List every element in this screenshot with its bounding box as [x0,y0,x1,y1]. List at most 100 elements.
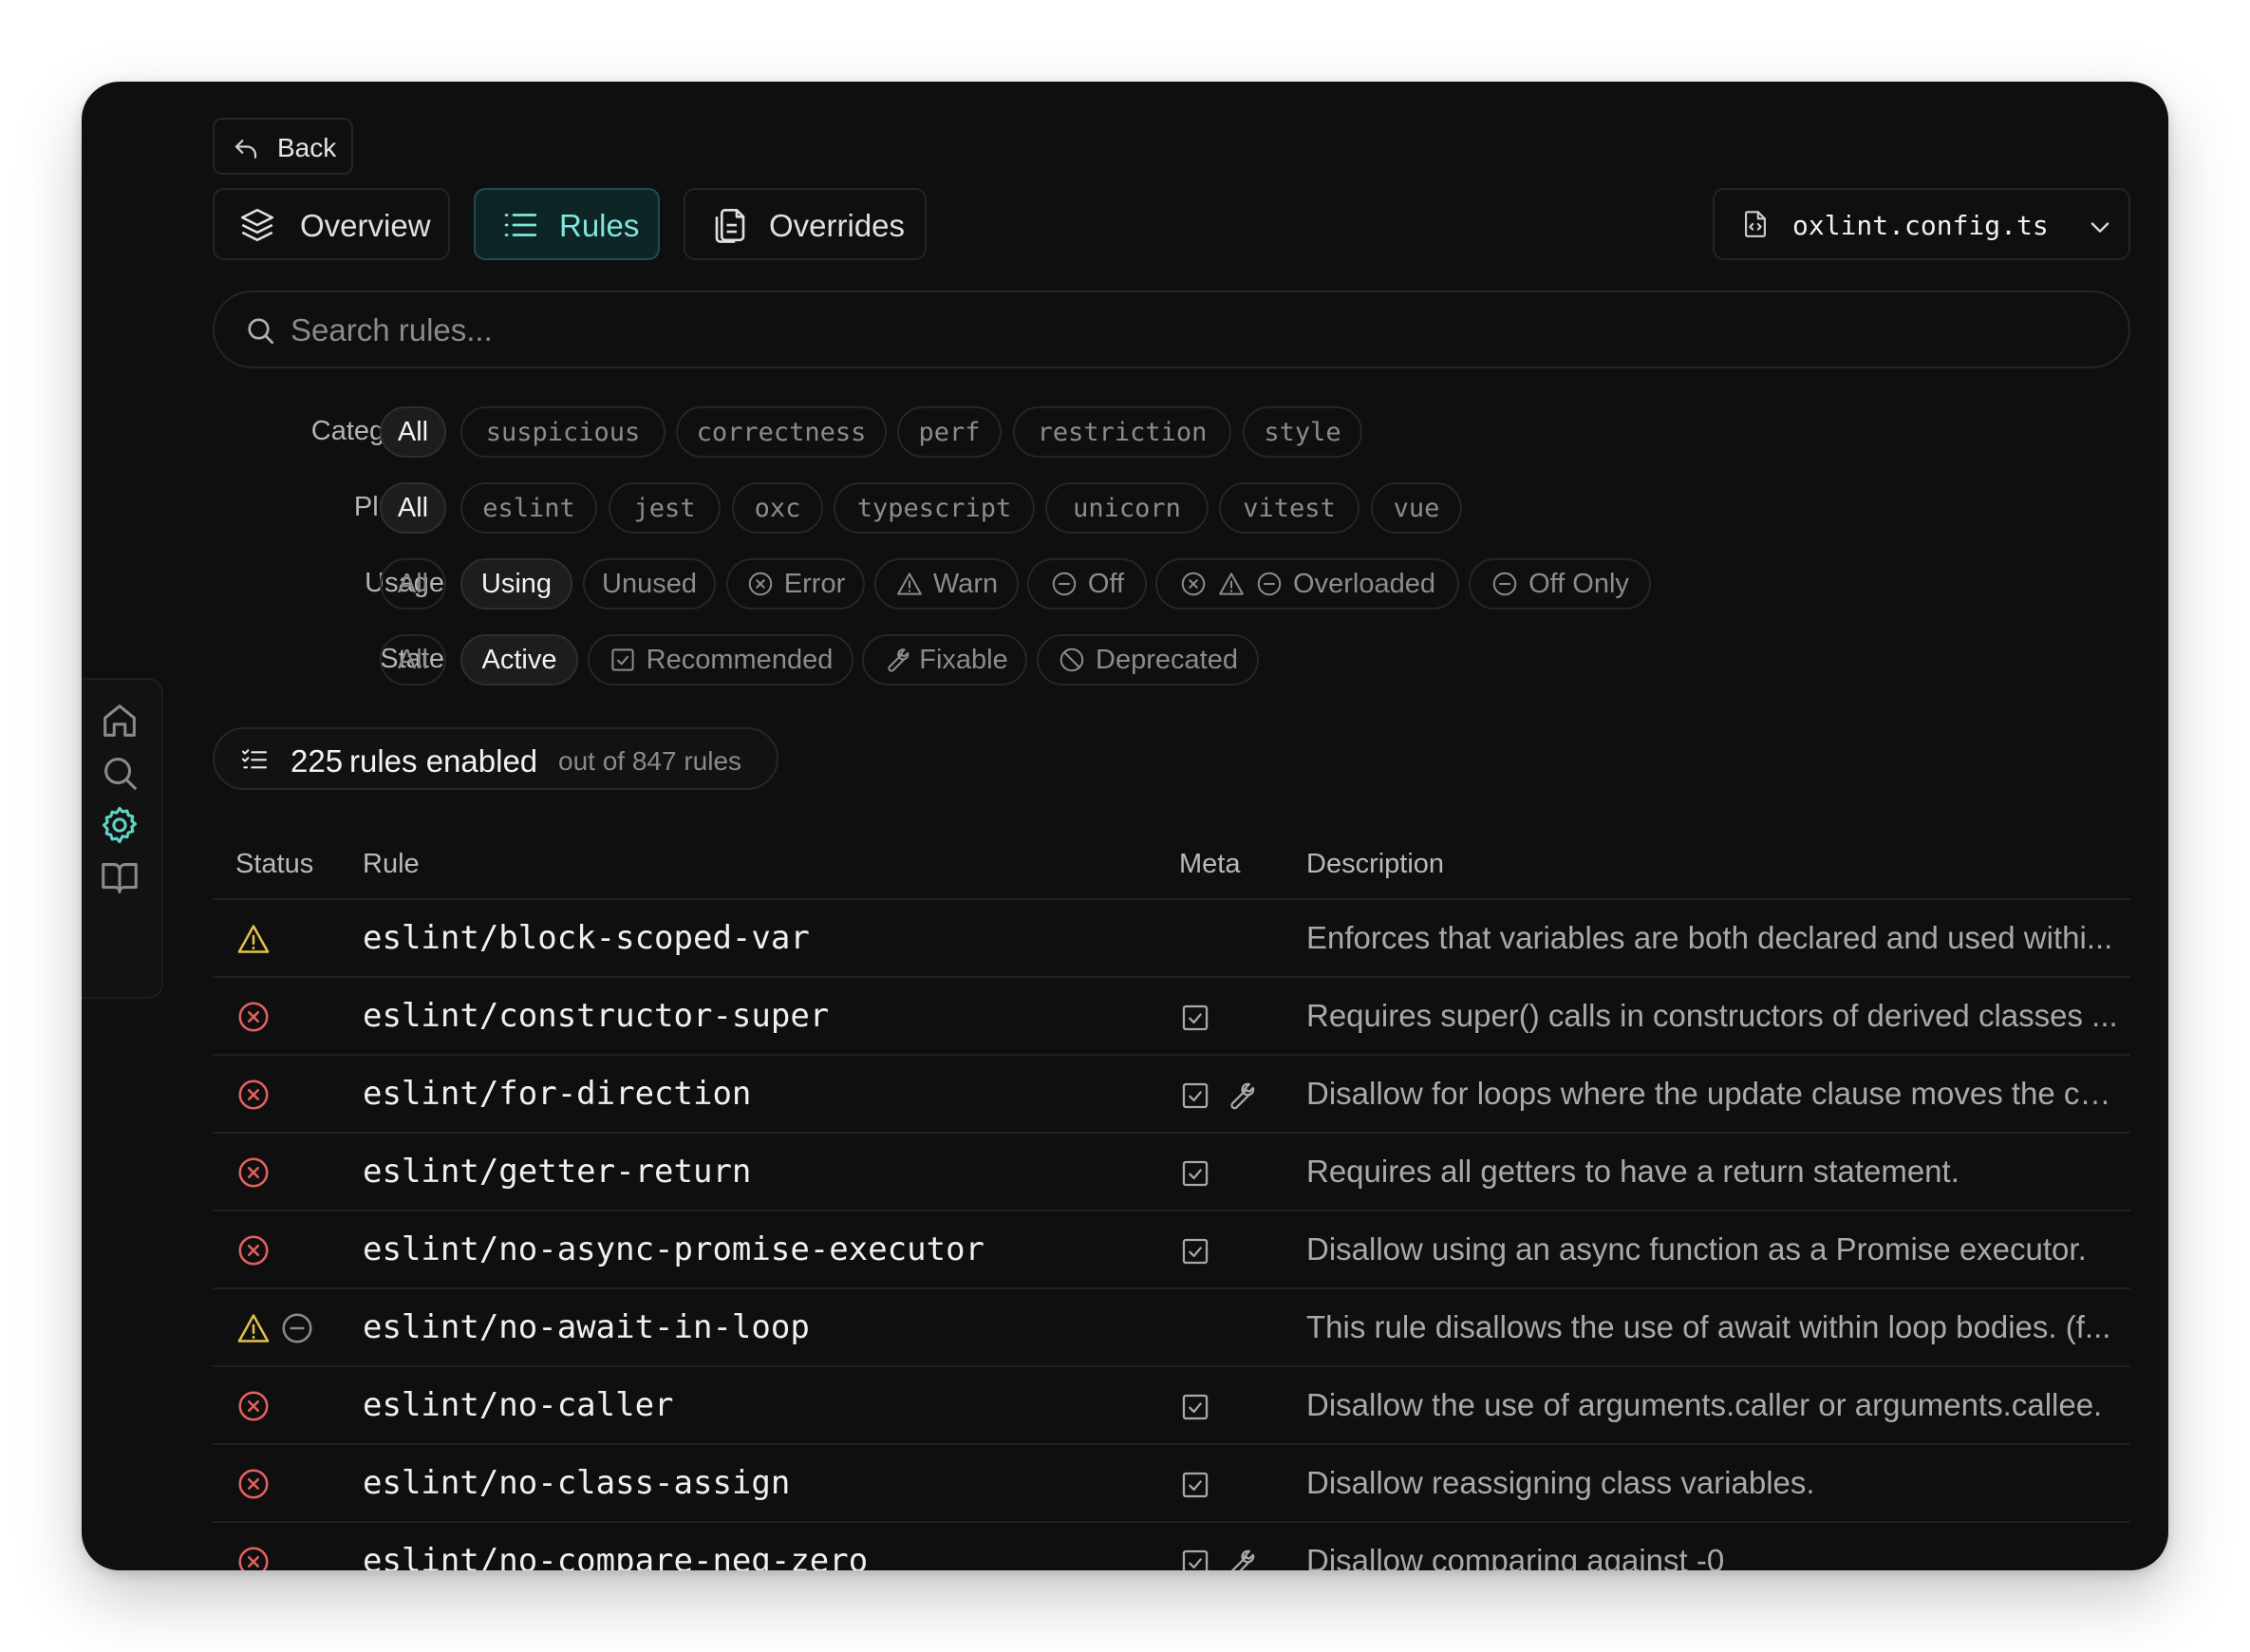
state-chip-fixable[interactable]: Fixable [862,634,1027,685]
table-row[interactable]: eslint/no-await-in-loop This rule disall… [213,1289,2130,1367]
back-button[interactable]: Back [213,118,353,175]
code-file-icon [1745,211,1766,237]
config-file-label: oxlint.config.ts [1792,210,2049,241]
table-row[interactable]: eslint/no-class-assign Disallow reassign… [213,1445,2130,1523]
rule-name: eslint/no-async-promise-executor [363,1230,985,1268]
checkbox-icon [1182,1472,1209,1498]
search-icon [248,318,274,345]
plugin-chip-jest[interactable]: jest [609,482,721,534]
rule-description: Requires super() calls in constructors o… [1306,998,2118,1033]
layers-icon [240,208,274,242]
table-row[interactable]: eslint/block-scoped-var Enforces that va… [213,900,2130,978]
warning-triangle-icon [237,925,270,953]
rule-description: Disallow for loops where the update clau… [1306,1076,2118,1111]
usage-chip-using[interactable]: Using [460,558,572,610]
category-chip-perf[interactable]: perf [897,406,1002,458]
plugin-chip-eslint[interactable]: eslint [460,482,597,534]
usage-chip-overloaded[interactable]: Overloaded [1155,558,1459,610]
sidebar [82,678,163,999]
table-row[interactable]: eslint/constructor-super Requires super(… [213,978,2130,1056]
usage-chip-unused[interactable]: Unused [583,558,716,610]
checkbox-icon [1182,1394,1209,1420]
plugin-chip-typescript[interactable]: typescript [834,482,1035,534]
usage-chip-warn[interactable]: Warn [874,558,1019,610]
config-file-select[interactable]: oxlint.config.ts [1713,188,2130,260]
plugin-chip-unicorn[interactable]: unicorn [1045,482,1209,534]
state-chip-deprecated[interactable]: Deprecated [1037,634,1259,685]
home-icon[interactable] [98,699,141,742]
back-arrow-icon [234,140,257,159]
category-chip-all[interactable]: All [380,406,446,458]
gear-icon[interactable] [98,803,141,847]
table-row[interactable]: eslint/no-async-promise-executor Disallo… [213,1211,2130,1289]
table-row[interactable]: eslint/for-direction Disallow for loops … [213,1056,2130,1134]
error-circle-icon [238,1157,269,1188]
usage-chip-off-label: Off [1087,568,1125,599]
checkbox-icon [1182,1160,1209,1187]
state-chip-all[interactable]: All [380,634,446,685]
tab-rules-label: Rules [559,208,640,243]
plugin-chip-vitest[interactable]: vitest [1219,482,1359,534]
wrench-icon [1230,1082,1255,1110]
warning-triangle-icon [1219,573,1244,595]
error-circle-icon [238,1002,269,1032]
usage-chip-error-label: Error [783,568,846,599]
column-header-rule[interactable]: Rule [363,849,420,880]
state-chip-active[interactable]: Active [460,634,578,685]
error-circle-icon [238,1547,269,1570]
table-row[interactable]: eslint/getter-return Requires all getter… [213,1134,2130,1211]
column-header-description[interactable]: Description [1306,849,1444,880]
tab-overrides-label: Overrides [769,208,906,243]
rule-name: eslint/no-await-in-loop [363,1308,810,1346]
table-row[interactable]: eslint/no-caller Disallow the use of arg… [213,1367,2130,1445]
usage-chip-off[interactable]: Off [1027,558,1147,610]
checkbox-icon [1182,1082,1209,1109]
category-chip-suspicious[interactable]: suspicious [460,406,666,458]
state-chip-recommended[interactable]: Recommended [588,634,853,685]
error-circle-icon [238,1235,269,1266]
error-circle-icon [1181,572,1206,596]
enabled-count: 225 [291,743,344,779]
tab-overview[interactable]: Overview [213,188,450,260]
deprecated-icon [1059,648,1084,672]
book-icon[interactable] [98,855,141,899]
table-row[interactable]: eslint/no-compare-neg-zero Disallow comp… [213,1523,2130,1570]
usage-chip-all[interactable]: All [380,558,446,610]
rule-description: This rule disallows the use of await wit… [1306,1309,2111,1344]
category-chip-restriction[interactable]: restriction [1013,406,1231,458]
off-circle-icon [282,1313,312,1343]
usage-chip-off-only-label: Off Only [1528,568,1629,599]
usage-chip-off-only[interactable]: Off Only [1469,558,1651,610]
warning-triangle-icon [897,573,922,595]
category-chip-correctness[interactable]: correctness [676,406,887,458]
plugin-chip-vue[interactable]: vue [1371,482,1462,534]
usage-chip-error[interactable]: Error [726,558,865,610]
checkbox-icon [1182,1238,1209,1265]
usage-chip-overloaded-label: Overloaded [1293,568,1435,599]
search-icon[interactable] [98,751,141,795]
enabled-label: rules enabled [349,743,538,779]
wrench-icon [1231,1549,1255,1570]
rule-name: eslint/block-scoped-var [363,919,810,957]
rule-description: Disallow comparing against -0 [1306,1543,1725,1570]
column-header-meta[interactable]: Meta [1179,849,1240,880]
app-window: Back Overview Rules Overrides oxlint.con… [82,82,2168,1570]
plugin-chip-all[interactable]: All [380,482,446,534]
tab-overrides[interactable]: Overrides [684,188,927,260]
tab-rules[interactable]: Rules [474,188,660,260]
tab-overview-label: Overview [300,208,431,243]
category-chip-style[interactable]: style [1243,406,1362,458]
rule-name: eslint/getter-return [363,1153,752,1191]
search-input[interactable] [289,306,2077,355]
rule-name: eslint/no-caller [363,1386,674,1424]
column-header-status[interactable]: Status [235,849,313,880]
warning-triangle-icon [237,1314,270,1342]
rule-description: Disallow the use of arguments.caller or … [1306,1387,2103,1422]
plugin-chip-oxc[interactable]: oxc [732,482,823,534]
rule-description: Disallow using an async function as a Pr… [1306,1231,2087,1267]
off-circle-icon [1492,572,1517,596]
error-circle-icon [238,1391,269,1421]
checkbox-icon [1182,1004,1209,1031]
error-circle-icon [238,1469,269,1499]
checklist-icon [241,749,268,769]
